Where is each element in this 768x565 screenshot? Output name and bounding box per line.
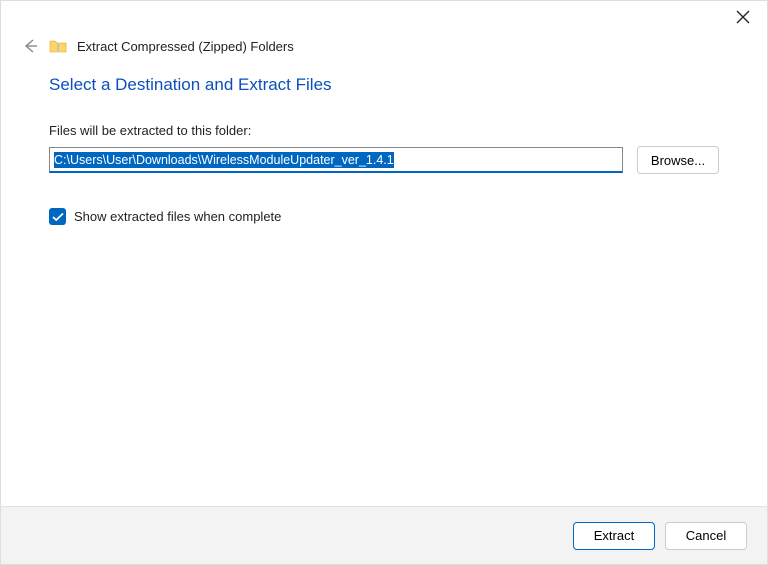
back-arrow-icon <box>21 37 39 55</box>
extract-button[interactable]: Extract <box>573 522 655 550</box>
cancel-button[interactable]: Cancel <box>665 522 747 550</box>
dialog-footer: Extract Cancel <box>1 506 767 564</box>
dialog-title: Extract Compressed (Zipped) Folders <box>77 39 294 54</box>
content-area: Select a Destination and Extract Files F… <box>1 75 767 506</box>
destination-label: Files will be extracted to this folder: <box>49 123 719 138</box>
extract-wizard-dialog: Extract Compressed (Zipped) Folders Sele… <box>0 0 768 565</box>
destination-path-value: C:\Users\User\Downloads\WirelessModuleUp… <box>54 152 394 168</box>
close-button[interactable] <box>735 9 751 25</box>
show-files-checkbox-label: Show extracted files when complete <box>74 209 281 224</box>
browse-button[interactable]: Browse... <box>637 146 719 174</box>
checkmark-icon <box>52 212 64 222</box>
show-files-checkbox-row: Show extracted files when complete <box>49 208 719 225</box>
titlebar <box>1 1 767 37</box>
page-heading: Select a Destination and Extract Files <box>49 75 719 95</box>
zipped-folder-icon <box>49 38 67 54</box>
back-button[interactable] <box>21 37 39 55</box>
show-files-checkbox[interactable] <box>49 208 66 225</box>
destination-path-input[interactable]: C:\Users\User\Downloads\WirelessModuleUp… <box>49 147 623 173</box>
path-row: C:\Users\User\Downloads\WirelessModuleUp… <box>49 146 719 174</box>
close-icon <box>736 10 750 24</box>
header-row: Extract Compressed (Zipped) Folders <box>1 37 767 75</box>
